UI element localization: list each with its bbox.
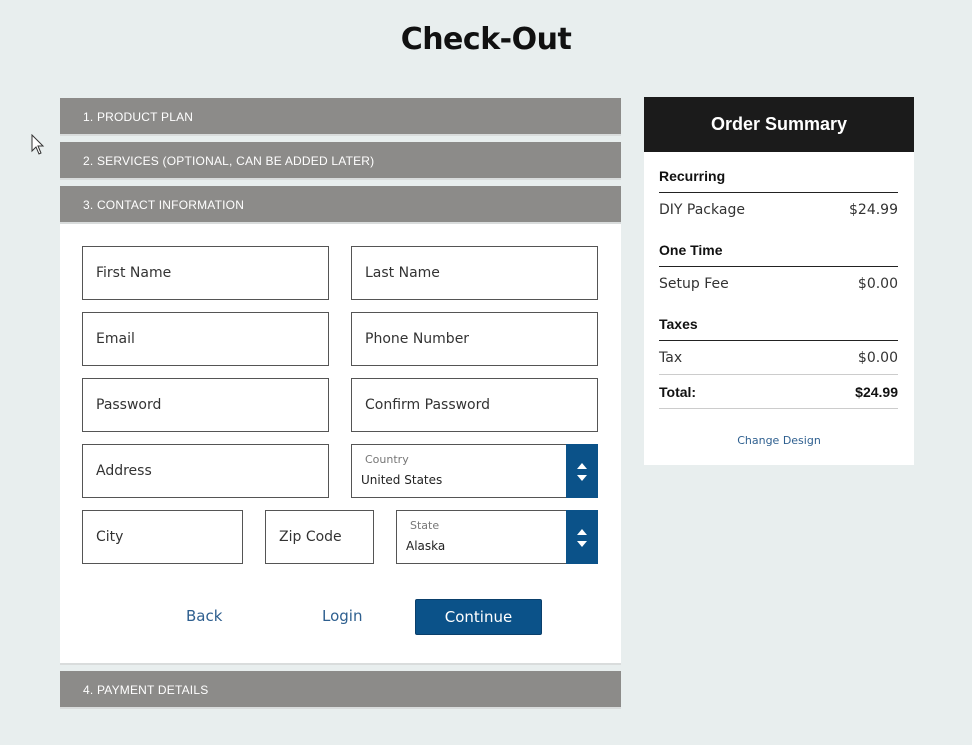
accordion-step-label: 4. PAYMENT DETAILS bbox=[83, 683, 209, 697]
back-button[interactable]: Back bbox=[186, 607, 222, 625]
city-field[interactable]: City bbox=[82, 510, 243, 564]
password-field[interactable]: Password bbox=[82, 378, 329, 432]
caret-up-icon bbox=[577, 529, 587, 535]
line-item-price: $0.00 bbox=[857, 276, 898, 292]
total-value: $24.99 bbox=[855, 384, 898, 400]
last-name-field[interactable]: Last Name bbox=[351, 246, 598, 300]
accordion-step-label: 3. CONTACT INFORMATION bbox=[83, 198, 245, 212]
state-label: State bbox=[410, 519, 440, 532]
address-field[interactable]: Address bbox=[82, 444, 329, 498]
accordion-step-contact-information[interactable]: 3. CONTACT INFORMATION bbox=[60, 186, 621, 224]
state-select-arrows[interactable] bbox=[566, 510, 598, 564]
section-divider bbox=[659, 340, 898, 341]
first-name-placeholder: First Name bbox=[96, 265, 172, 281]
total-label: Total: bbox=[659, 384, 697, 400]
phone-number-field[interactable]: Phone Number bbox=[351, 312, 598, 366]
line-item-label: DIY Package bbox=[659, 202, 745, 218]
accordion-step-product-plan[interactable]: 1. PRODUCT PLAN bbox=[60, 98, 621, 136]
country-value: United States bbox=[361, 473, 443, 487]
confirm-password-placeholder: Confirm Password bbox=[365, 397, 491, 413]
email-placeholder: Email bbox=[96, 331, 135, 347]
caret-down-icon bbox=[577, 541, 587, 547]
row-divider bbox=[659, 374, 898, 375]
page-title: Check-Out bbox=[400, 22, 572, 57]
accordion-step-payment-details[interactable]: 4. PAYMENT DETAILS bbox=[60, 671, 621, 709]
confirm-password-field[interactable]: Confirm Password bbox=[351, 378, 598, 432]
zip-code-placeholder: Zip Code bbox=[279, 529, 342, 545]
line-item-label: Setup Fee bbox=[659, 276, 729, 292]
change-design-link[interactable]: Change Design bbox=[644, 434, 914, 447]
order-summary-panel: Order Summary Recurring DIY Package $24.… bbox=[644, 97, 914, 465]
phone-number-placeholder: Phone Number bbox=[365, 331, 470, 347]
first-name-field[interactable]: First Name bbox=[82, 246, 329, 300]
line-item-price: $0.00 bbox=[857, 350, 898, 366]
address-placeholder: Address bbox=[96, 463, 152, 479]
row-divider bbox=[659, 408, 898, 409]
line-item-price: $24.99 bbox=[849, 202, 898, 218]
continue-button[interactable]: Continue bbox=[415, 599, 542, 635]
country-select[interactable]: Country United States bbox=[351, 444, 598, 498]
mouse-cursor-icon bbox=[31, 134, 45, 155]
line-item-label: Tax bbox=[659, 350, 683, 366]
section-divider bbox=[659, 266, 898, 267]
taxes-heading: Taxes bbox=[659, 316, 698, 332]
password-placeholder: Password bbox=[96, 397, 162, 413]
city-placeholder: City bbox=[96, 529, 124, 545]
login-button[interactable]: Login bbox=[322, 607, 362, 625]
one-time-heading: One Time bbox=[659, 242, 723, 258]
accordion-step-label: 1. PRODUCT PLAN bbox=[83, 110, 194, 124]
caret-down-icon bbox=[577, 475, 587, 481]
order-summary-title: Order Summary bbox=[644, 97, 914, 152]
last-name-placeholder: Last Name bbox=[365, 265, 440, 281]
accordion-step-services[interactable]: 2. SERVICES (OPTIONAL, CAN BE ADDED LATE… bbox=[60, 142, 621, 180]
email-field[interactable]: Email bbox=[82, 312, 329, 366]
accordion-step-label: 2. SERVICES (OPTIONAL, CAN BE ADDED LATE… bbox=[83, 154, 375, 168]
country-select-arrows[interactable] bbox=[566, 444, 598, 498]
state-value: Alaska bbox=[406, 539, 446, 553]
zip-code-field[interactable]: Zip Code bbox=[265, 510, 374, 564]
recurring-heading: Recurring bbox=[659, 168, 726, 184]
state-select[interactable]: State Alaska bbox=[396, 510, 598, 564]
caret-up-icon bbox=[577, 463, 587, 469]
section-divider bbox=[659, 192, 898, 193]
country-label: Country bbox=[365, 453, 409, 466]
